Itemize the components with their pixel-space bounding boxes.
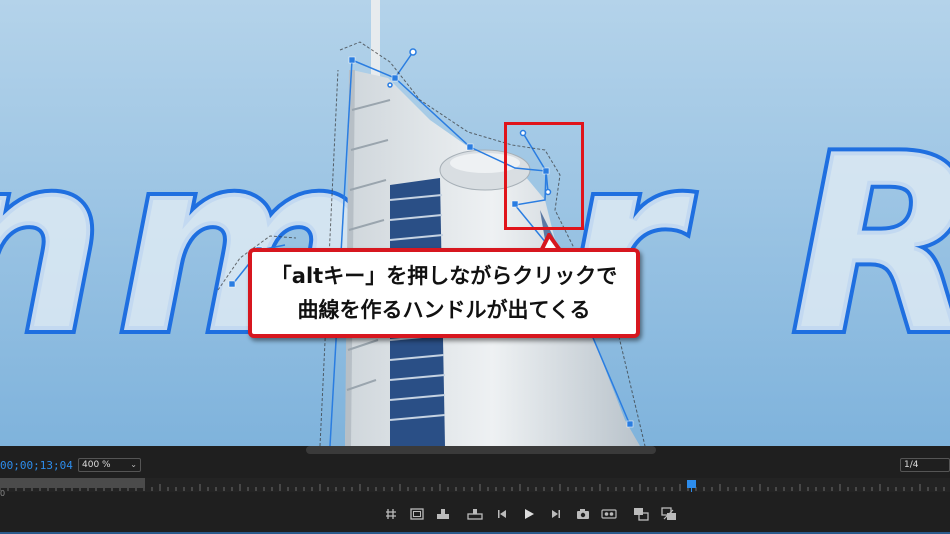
compare-view-icon[interactable]	[630, 502, 652, 526]
transport-controls	[0, 502, 950, 526]
program-monitor-viewer[interactable]: nmar R	[0, 0, 950, 446]
safe-margins-icon[interactable]	[406, 502, 428, 526]
playhead-line	[691, 488, 692, 492]
play-icon[interactable]	[518, 502, 540, 526]
playhead-timecode[interactable]: 00;00;13;04	[0, 459, 73, 472]
insert-icon[interactable]	[432, 502, 454, 526]
highlight-box	[504, 122, 584, 230]
callout-line-1: 「altキー」を押しながらクリックで	[270, 264, 618, 288]
horizontal-scrollbar[interactable]	[306, 446, 656, 454]
overwrite-icon[interactable]	[464, 502, 486, 526]
step-forward-icon[interactable]	[544, 502, 566, 526]
export-frame-icon[interactable]	[572, 502, 594, 526]
step-back-icon[interactable]	[492, 502, 514, 526]
playback-resolution-select[interactable]: 1/4	[900, 458, 950, 472]
annotation-callout: 「altキー」を押しながらクリックで 曲線を作るハンドルが出てくる	[248, 248, 640, 338]
chevron-down-icon: ⌄	[130, 460, 137, 469]
vr-video-icon[interactable]	[598, 502, 620, 526]
zoom-level-select[interactable]: 400 % ⌄	[78, 458, 141, 472]
zoom-level-value: 400 %	[82, 460, 111, 470]
resolution-value: 1/4	[904, 460, 919, 470]
toggle-proxies-icon[interactable]	[658, 502, 680, 526]
ruler-start-label: 0	[0, 489, 6, 498]
work-area-bar[interactable]	[0, 478, 145, 488]
add-marker-icon[interactable]	[380, 502, 402, 526]
callout-line-2: 曲線を作るハンドルが出てくる	[297, 298, 591, 322]
video-frame: nmar R	[0, 0, 950, 446]
playhead[interactable]	[687, 480, 696, 488]
